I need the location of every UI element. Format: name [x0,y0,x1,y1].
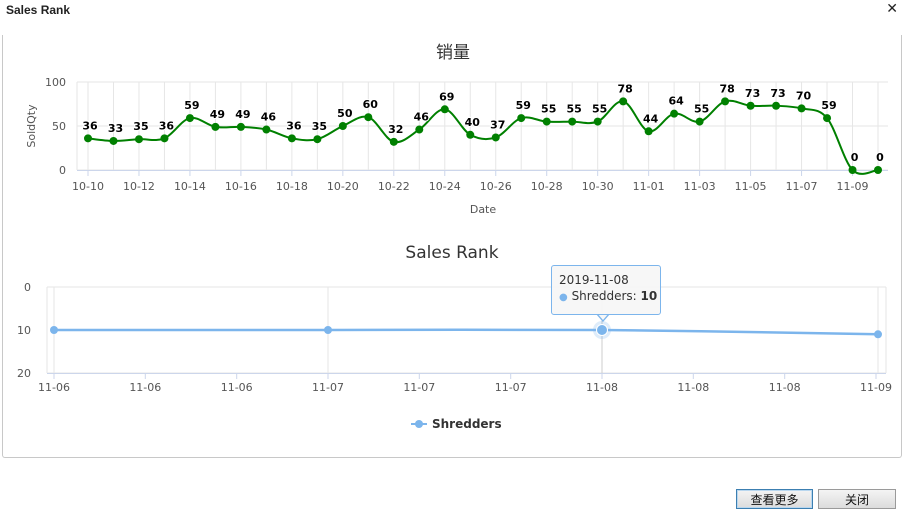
chart-tooltip: 2019-11-08 ● Shredders: 10 [551,265,661,315]
series-line-shredders [54,328,879,336]
view-more-button[interactable]: 查看更多 [736,489,813,509]
x-tick-label: 11-08 [677,381,709,394]
legend-symbol-dot [415,420,423,428]
x-tick-label: 11-07 [403,381,435,394]
x-tick-label: 11-08 [769,381,801,394]
tooltip-row: ● Shredders: 10 [559,289,658,303]
x-tick-label: 11-06 [129,381,161,394]
tooltip-date: 2019-11-08 [559,273,629,287]
x-tick-label: 11-07 [495,381,527,394]
data-point [50,326,58,334]
tooltip-value: 10 [640,289,658,303]
x-tick-label: 11-09 [860,381,892,394]
x-tick-label: 11-08 [586,381,618,394]
y-tick-label: 0 [24,281,31,294]
data-point [324,326,332,334]
x-tick-label: 11-07 [312,381,344,394]
y-tick-label: 10 [17,324,31,337]
x-tick-label: 11-06 [221,381,253,394]
legend-label: Shredders [432,417,502,431]
y-tick-label: 20 [17,367,31,380]
x-tick-label: 11-06 [38,381,70,394]
tooltip-series: Shredders [571,289,633,303]
data-point [596,324,608,336]
sales-rank-chart: Sales Rank 0 10 20 11-06 11-06 11-06 11-07 11-07… [17,243,892,431]
tooltip-series-dot-icon: ● [559,292,568,303]
chart-title: Sales Rank [405,243,498,263]
close-button[interactable]: 关闭 [818,489,896,509]
data-point [874,330,882,339]
